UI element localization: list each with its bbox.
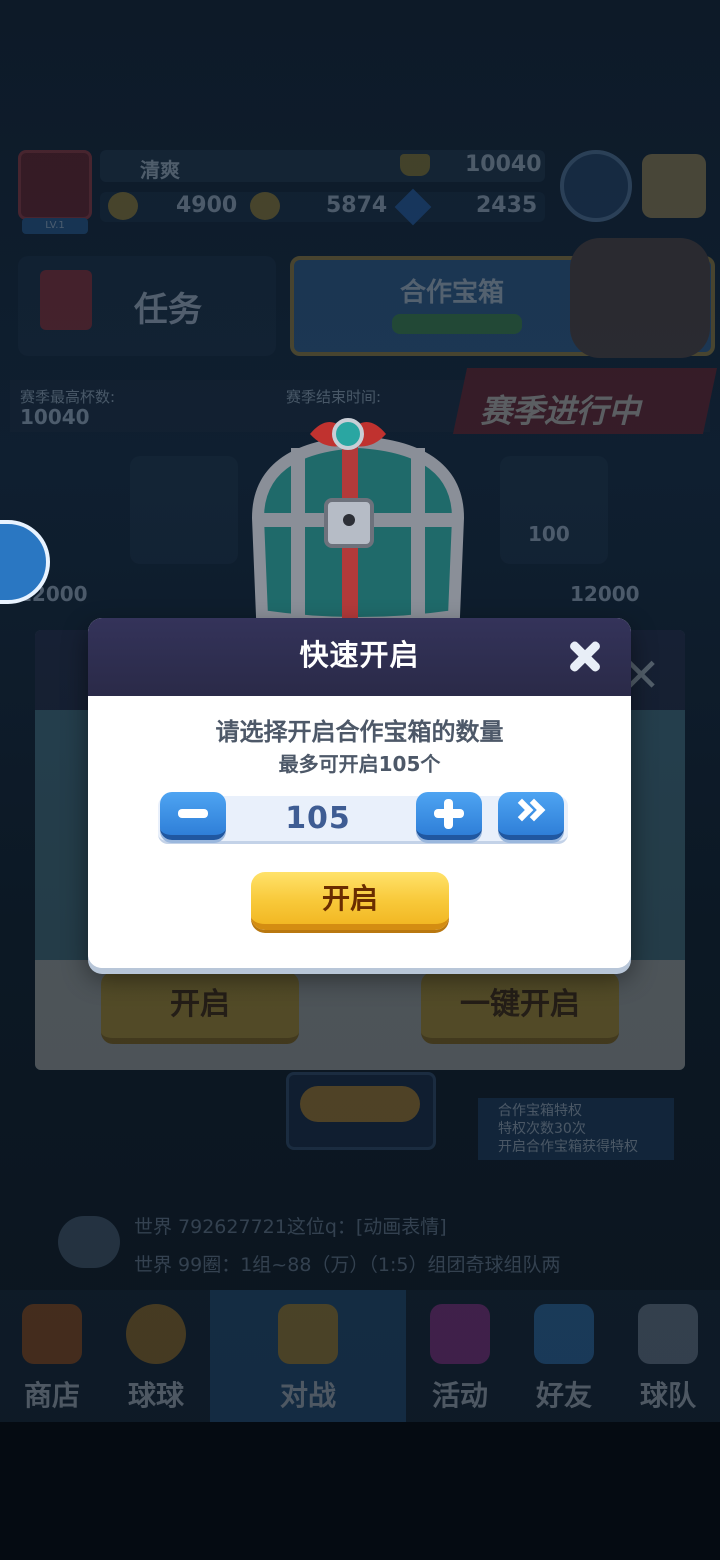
dialog-body: 请选择开启合作宝箱的数量 最多可开启105个 105 开启 [88,696,631,968]
season-end-label: 赛季结束时间: [286,388,382,406]
nav-events[interactable]: 活动 [408,1296,512,1416]
season-best-label: 赛季最高杯数: [20,388,116,406]
gold-value: 5874 [326,193,388,218]
trophy-score: 10040 [465,152,542,177]
coin-icon [108,192,138,220]
swords-icon [278,1304,338,1364]
nav-label: 球队 [639,1379,696,1412]
coop-chest-icon [570,238,710,358]
nav-balls[interactable]: 球球 [104,1296,208,1416]
dialog-instruction: 请选择开启合作宝箱的数量 [215,718,504,746]
decrease-button[interactable] [160,792,226,840]
coop-chest-illustration [251,418,465,629]
nav-label: 商店 [23,1379,80,1412]
dialog-title: 快速开启 [299,638,420,672]
minus-icon [178,809,208,818]
player-avatar[interactable] [18,150,92,220]
max-button[interactable] [498,792,564,840]
nav-label: 活动 [431,1379,488,1412]
nav-label: 球球 [127,1379,184,1412]
rights-line: 合作宝箱特权 [498,1103,582,1119]
event-icon [430,1304,490,1364]
underlying-one-click-open-button: 一键开启 [421,972,619,1044]
coin-value: 4900 [176,193,238,218]
nav-label: 好友 [535,1379,592,1412]
plus-icon-vertical [444,799,453,829]
rank-medal-icon[interactable] [560,150,632,222]
rights-line: 开启合作宝箱获得特权 [498,1139,638,1155]
season-banner-text: 赛季进行中 [480,392,641,430]
avatar-level-tag: LV.1 [22,218,88,234]
close-icon[interactable] [562,632,612,682]
quick-open-dialog: 快速开启 请选择开启合作宝箱的数量 最多可开启105个 105 开启 [88,618,631,968]
chat-icon[interactable] [58,1216,120,1268]
open-button[interactable]: 开启 [251,872,449,930]
max-open-text: 最多可开启105个 [278,752,441,776]
task-checklist-icon [40,270,92,330]
ball-icon [126,1304,186,1364]
player-name: 清爽 [140,158,180,182]
nav-battle[interactable]: 对战 [256,1296,360,1416]
season-best-value: 10040 [20,405,90,429]
whistle-icon [638,1304,698,1364]
gold-icon [250,192,280,220]
task-label: 任务 [134,290,202,330]
rights-line: 特权次数30次 [498,1121,586,1137]
nav-friends[interactable]: 好友 [512,1296,616,1416]
gem-value: 2435 [476,193,538,218]
chat-line: 世界 99圈：1组~88（万）（1:5）组团奇球组队两 [134,1254,561,1276]
chat-line: 世界 792627721这位q：[动画表情] [134,1216,447,1238]
reward-slot[interactable] [130,456,238,564]
friends-icon [534,1304,594,1364]
reward-slot[interactable] [500,456,608,564]
bottom-strip [0,1422,720,1560]
shop-icon [22,1304,82,1364]
reward-value: 100 [528,522,570,546]
match-button-inner [300,1086,420,1122]
coop-progress-bar [392,314,522,334]
nav-shop[interactable]: 商店 [0,1296,104,1416]
menu-button[interactable] [642,154,706,218]
trophy-icon [400,154,430,176]
coop-chest-label: 合作宝箱 [400,278,505,308]
nav-team[interactable]: 球队 [616,1296,720,1416]
underlying-open-button: 开启 [101,972,299,1044]
reward-threshold: 12000 [570,582,640,606]
quantity-value[interactable]: 105 [258,796,378,842]
increase-button[interactable] [416,792,482,840]
nav-label: 对战 [279,1379,336,1412]
